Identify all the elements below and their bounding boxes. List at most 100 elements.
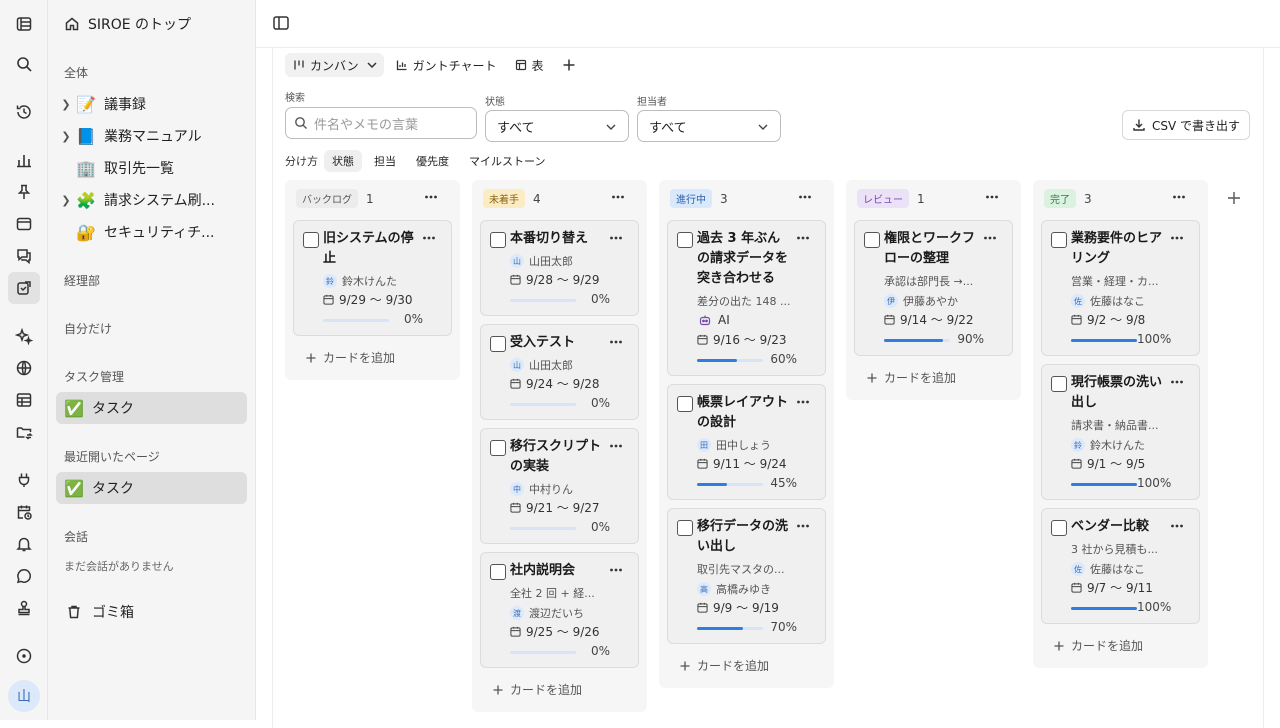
add-card-button[interactable]: カードを追加 [492,681,582,698]
task-checkbox[interactable] [677,520,693,536]
progress-fill [697,483,727,486]
add-card-button[interactable]: カードを追加 [1053,637,1143,654]
task-card[interactable]: 旧システムの停止鈴鈴木けんた 9/29 〜 9/30 0% [293,220,452,336]
chat-icon[interactable] [12,564,36,588]
task-checkbox[interactable] [1051,376,1067,392]
column-status-pill[interactable]: バックログ [296,189,358,208]
task-card[interactable]: 移行スクリプトの実装中中村りん 9/21 〜 9/27 0% [480,428,639,544]
task-checkbox[interactable] [490,232,506,248]
task-card[interactable]: 社内説明会 全社 2 回 + 経... 渡渡辺だいち 9/25 〜 9/26 0% [480,552,639,668]
sidebar-item-tasks[interactable]: ✅ タスク [56,392,247,424]
bell-icon[interactable] [12,532,36,556]
sidebar-toggle-icon[interactable] [272,14,292,34]
calendar-clock-icon[interactable] [12,500,36,524]
column-status-pill[interactable]: 完了 [1044,189,1076,208]
column-status-pill[interactable]: 未着手 [483,189,525,208]
status-filter-select[interactable]: すべて [485,110,629,142]
card-more-icon[interactable] [796,395,810,409]
task-checkbox[interactable] [1051,232,1067,248]
csv-export-button[interactable]: CSV で書き出す [1122,110,1250,140]
card-more-icon[interactable] [609,439,623,453]
task-checkbox[interactable] [864,232,880,248]
add-column-button[interactable] [1226,190,1242,206]
card-more-icon[interactable] [609,563,623,577]
task-checkbox[interactable] [490,440,506,456]
sidebar-page-security[interactable]: 🔐 セキュリティチ... [56,216,247,248]
task-card[interactable]: 本番切り替え山山田太郎 9/28 〜 9/29 0% [480,220,639,316]
workspace-icon[interactable] [12,12,36,36]
recent-item-tasks[interactable]: ✅ タスク [56,472,247,504]
chevron-right-icon[interactable]: ❯ [56,130,76,143]
group-by-assignee[interactable]: 担当 [366,150,404,172]
chevron-right-icon[interactable]: ❯ [56,194,76,207]
tasks-icon[interactable] [8,272,40,304]
task-checkbox[interactable] [677,396,693,412]
column-status-pill[interactable]: レビュー [857,189,909,208]
task-checkbox[interactable] [490,336,506,352]
task-checkbox[interactable] [303,232,319,248]
search-input[interactable]: 件名やメモの言葉 [285,107,477,139]
table-icon[interactable] [12,388,36,412]
chevron-right-icon[interactable]: ❯ [56,98,76,111]
info-icon[interactable] [12,644,36,668]
globe-icon[interactable] [12,356,36,380]
sidebar-home[interactable]: SIROE のトップ [64,14,191,34]
task-card[interactable]: 帳票レイアウトの設計田田中しょう 9/11 〜 9/24 45% [667,384,826,500]
view-kanban[interactable]: カンバン [285,53,384,77]
card-more-icon[interactable] [609,335,623,349]
task-card[interactable]: 受入テスト山山田太郎 9/24 〜 9/28 0% [480,324,639,420]
assignee-filter-select[interactable]: すべて [637,110,781,142]
folder-sync-icon[interactable] [12,420,36,444]
task-card[interactable]: 権限とワークフローの整理 承認は部門長 →... 伊伊藤あやか 9/14 〜 9/22… [854,220,1013,356]
sidebar-page-label: 議事録 [104,97,146,113]
task-card[interactable]: 過去 3 年ぶんの請求データを突き合わせる 差分の出た 148 ... AI 9/16… [667,220,826,376]
add-view-button[interactable] [556,53,582,77]
task-checkbox[interactable] [490,564,506,580]
task-checkbox[interactable] [1051,520,1067,536]
column-more-icon[interactable] [611,190,625,204]
sidebar-page-manual[interactable]: ❯ 📘 業務マニュアル [56,120,247,152]
column-more-icon[interactable] [985,190,999,204]
sidebar-page-minutes[interactable]: ❯ 📝 議事録 [56,88,247,120]
stamp-icon[interactable] [12,596,36,620]
plug-icon[interactable] [12,468,36,492]
group-by-priority[interactable]: 優先度 [408,150,457,172]
add-card-button[interactable]: カードを追加 [305,349,395,366]
task-checkbox[interactable] [677,232,693,248]
chevron-down-icon[interactable] [364,57,380,73]
view-table[interactable]: 表 [509,53,550,77]
history-icon[interactable] [12,100,36,124]
column-more-icon[interactable] [1172,190,1186,204]
group-by-milestone[interactable]: マイルストーン [461,150,553,172]
card-more-icon[interactable] [1170,375,1184,389]
sparkle-icon[interactable] [12,324,36,348]
user-avatar[interactable]: 山 [8,680,40,712]
card-more-icon[interactable] [796,519,810,533]
search-icon[interactable] [12,52,36,76]
view-gantt[interactable]: ガントチャート [390,53,503,77]
card-more-icon[interactable] [796,231,810,245]
card-more-icon[interactable] [422,231,436,245]
browser-icon[interactable] [12,212,36,236]
card-more-icon[interactable] [1170,519,1184,533]
group-by-status[interactable]: 状態 [324,150,362,172]
task-card[interactable]: ベンダー比較 3 社から見積も... 佐佐藤はなこ 9/7 〜 9/11 100% [1041,508,1200,624]
column-count: 3 [1084,191,1092,206]
chart-icon[interactable] [12,148,36,172]
sidebar-trash[interactable]: ゴミ箱 [56,596,247,628]
column-more-icon[interactable] [798,190,812,204]
add-card-button[interactable]: カードを追加 [866,369,956,386]
column-more-icon[interactable] [424,190,438,204]
column-status-pill[interactable]: 進行中 [670,189,712,208]
task-card[interactable]: 業務要件のヒアリング 営業・経理・カ... 佐佐藤はなこ 9/2 〜 9/8 100% [1041,220,1200,356]
card-more-icon[interactable] [1170,231,1184,245]
card-more-icon[interactable] [609,231,623,245]
card-more-icon[interactable] [983,231,997,245]
sidebar-page-billing[interactable]: ❯ 🧩 請求システム刷... [56,184,247,216]
add-card-button[interactable]: カードを追加 [679,657,769,674]
task-card[interactable]: 移行データの洗い出し 取引先マスタの... 高高橋みゆき 9/9 〜 9/19 70% [667,508,826,644]
comments-icon[interactable] [12,244,36,268]
pin-icon[interactable] [12,180,36,204]
task-card[interactable]: 現行帳票の洗い出し 請求書・納品書... 鈴鈴木けんた 9/1 〜 9/5 100% [1041,364,1200,500]
sidebar-page-clients[interactable]: 🏢 取引先一覧 [56,152,247,184]
